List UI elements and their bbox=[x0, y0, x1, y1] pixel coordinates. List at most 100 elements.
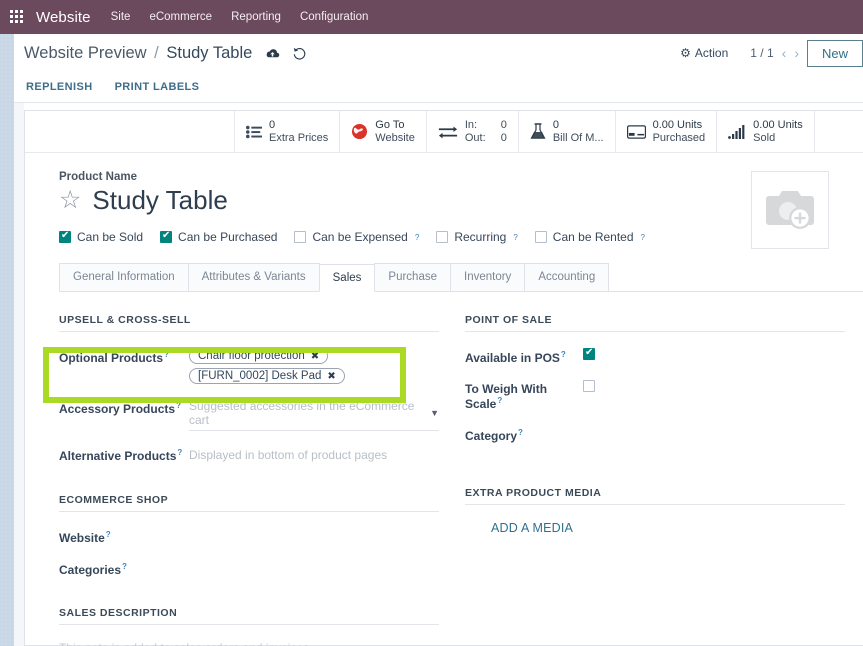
help-icon[interactable]: ? bbox=[641, 233, 645, 242]
stat-out-label: Out: bbox=[464, 131, 486, 144]
field-label: Category? bbox=[465, 426, 583, 443]
optional-products-label: Optional Products bbox=[59, 351, 164, 365]
add-a-media-button[interactable]: ADD A MEDIA bbox=[491, 521, 845, 535]
navbar-item-ecommerce[interactable]: eCommerce bbox=[149, 11, 212, 23]
help-icon[interactable]: ? bbox=[497, 396, 502, 405]
checkbox-can-be-purchased[interactable]: Can be Purchased bbox=[160, 230, 277, 244]
control-panel: Website Preview / Study Table ⚙ Action 1… bbox=[14, 34, 863, 103]
chevron-left-icon[interactable]: ‹ bbox=[782, 45, 787, 61]
checkbox-label: Can be Expensed bbox=[312, 230, 408, 244]
gear-icon: ⚙ bbox=[680, 46, 691, 60]
stat-button-sold[interactable]: 0.00 Units Sold bbox=[717, 111, 815, 152]
stat-bar-spacer bbox=[25, 111, 235, 152]
field-optional-products: Optional Products? Chair floor protectio… bbox=[59, 348, 439, 384]
help-icon[interactable]: ? bbox=[561, 350, 566, 359]
checkbox-can-be-rented[interactable]: Can be Rented ? bbox=[534, 230, 645, 244]
alternative-products-input[interactable]: Displayed in bottom of product pages bbox=[189, 446, 439, 464]
flask-icon bbox=[530, 123, 546, 140]
sales-description-placeholder[interactable]: This note is added to sales orders and i… bbox=[59, 641, 439, 646]
credit-card-icon bbox=[626, 124, 646, 139]
chevron-right-icon[interactable]: › bbox=[794, 45, 799, 61]
remove-tag-icon[interactable]: ✖ bbox=[327, 371, 335, 382]
product-name-value[interactable]: Study Table bbox=[92, 185, 227, 216]
section-upsell-cross-sell: UPSELL & CROSS-SELL bbox=[59, 314, 439, 332]
checkbox-recurring[interactable]: Recurring ? bbox=[436, 230, 518, 244]
navbar-item-site[interactable]: Site bbox=[111, 11, 131, 23]
help-icon[interactable]: ? bbox=[122, 562, 127, 571]
checkbox-box[interactable] bbox=[294, 231, 307, 243]
apps-grid-icon[interactable] bbox=[10, 9, 25, 25]
checkbox-can-be-expensed[interactable]: Can be Expensed ? bbox=[294, 230, 419, 244]
field-alternative-products: Alternative Products? Displayed in botto… bbox=[59, 446, 439, 464]
stat-buttons-bar: 0 Extra Prices Go To Website In: 0 Out: … bbox=[25, 111, 863, 153]
help-icon[interactable]: ? bbox=[176, 401, 181, 410]
tab-inventory[interactable]: Inventory bbox=[450, 263, 526, 291]
record-pager[interactable]: 1 / 1 bbox=[750, 46, 773, 60]
arrows-icon bbox=[438, 124, 458, 140]
field-label: Optional Products? bbox=[59, 348, 189, 365]
accessory-products-input[interactable]: Suggested accessories in the eCommerce c… bbox=[189, 399, 439, 431]
help-icon[interactable]: ? bbox=[415, 233, 419, 242]
stat-button-go-to-website[interactable]: Go To Website bbox=[340, 111, 427, 152]
undo-icon[interactable] bbox=[293, 46, 307, 60]
stat-button-purchased[interactable]: 0.00 Units Purchased bbox=[616, 111, 718, 152]
list-icon bbox=[246, 125, 262, 139]
print-labels-button[interactable]: PRINT LABELS bbox=[115, 81, 200, 93]
stat-button-extra-prices[interactable]: 0 Extra Prices bbox=[235, 111, 341, 152]
left-page-margin bbox=[14, 34, 24, 646]
checkbox-can-be-sold[interactable]: Can be Sold bbox=[59, 230, 143, 244]
cloud-upload-icon[interactable] bbox=[265, 47, 280, 60]
help-icon[interactable]: ? bbox=[518, 428, 523, 437]
tag-chip[interactable]: [FURN_0002] Desk Pad ✖ bbox=[189, 368, 345, 384]
tab-purchase[interactable]: Purchase bbox=[374, 263, 451, 291]
remove-tag-icon[interactable]: ✖ bbox=[311, 351, 319, 362]
action-menu-label: Action bbox=[694, 46, 729, 60]
available-in-pos-checkbox[interactable] bbox=[583, 347, 595, 360]
stat-button-in-out[interactable]: In: 0 Out: 0 bbox=[427, 111, 519, 152]
product-image-placeholder[interactable] bbox=[751, 171, 829, 249]
section-sales-description: SALES DESCRIPTION bbox=[59, 607, 439, 625]
checkbox-box[interactable] bbox=[534, 231, 547, 243]
tag-chip[interactable]: Chair floor protection ✖ bbox=[189, 348, 329, 364]
stat-button-bill-of-materials[interactable]: 0 Bill Of M... bbox=[519, 111, 616, 152]
to-weigh-with-scale-checkbox[interactable] bbox=[583, 380, 595, 392]
breadcrumb-parent[interactable]: Website Preview bbox=[24, 44, 147, 62]
tab-accounting[interactable]: Accounting bbox=[524, 263, 610, 291]
navbar-item-configuration[interactable]: Configuration bbox=[300, 11, 368, 23]
stat-value: 0 bbox=[269, 118, 276, 131]
breadcrumb-current: Study Table bbox=[166, 43, 253, 62]
new-button[interactable]: New bbox=[806, 39, 863, 67]
stat-label: Purchased bbox=[652, 131, 706, 144]
app-brand-website[interactable]: Website bbox=[36, 9, 91, 26]
help-icon[interactable]: ? bbox=[177, 448, 182, 457]
stat-button-text: Go To Website bbox=[375, 119, 415, 145]
tab-sales[interactable]: Sales bbox=[318, 264, 376, 292]
help-icon[interactable]: ? bbox=[164, 350, 169, 359]
form-sheet: 0 Extra Prices Go To Website In: 0 Out: … bbox=[24, 110, 863, 646]
chevron-down-icon[interactable]: ▼ bbox=[430, 408, 439, 418]
navbar-item-reporting[interactable]: Reporting bbox=[231, 11, 281, 23]
tab-general-information[interactable]: General Information bbox=[59, 263, 189, 291]
camera-add-icon bbox=[766, 191, 814, 229]
checkbox-box[interactable] bbox=[59, 230, 71, 243]
star-icon[interactable]: ☆ bbox=[59, 188, 81, 213]
help-icon[interactable]: ? bbox=[106, 530, 111, 539]
accessory-products-placeholder: Suggested accessories in the eCommerce c… bbox=[189, 399, 415, 427]
field-website: Website? bbox=[59, 528, 439, 545]
replenish-button[interactable]: REPLENISH bbox=[26, 81, 93, 93]
field-label: Alternative Products? bbox=[59, 446, 189, 463]
action-menu-button[interactable]: ⚙ Action bbox=[680, 46, 728, 60]
stat-value: 0.00 Units bbox=[652, 118, 703, 131]
breadcrumb: Website Preview / Study Table bbox=[24, 44, 252, 63]
checkbox-box[interactable] bbox=[436, 231, 449, 243]
tab-attributes-variants[interactable]: Attributes & Variants bbox=[187, 263, 320, 291]
checkbox-box[interactable] bbox=[160, 230, 173, 243]
field-label: To Weigh With Scale? bbox=[465, 380, 583, 411]
field-label: Accessory Products? bbox=[59, 399, 189, 416]
sales-tab-content: UPSELL & CROSS-SELL Optional Products? C… bbox=[25, 292, 863, 646]
accessory-products-label: Accessory Products bbox=[59, 402, 176, 416]
field-label: Website? bbox=[59, 528, 189, 545]
stat-button-text: 0.00 Units Sold bbox=[753, 119, 803, 145]
help-icon[interactable]: ? bbox=[513, 233, 517, 242]
section-extra-product-media: EXTRA PRODUCT MEDIA bbox=[465, 487, 845, 505]
